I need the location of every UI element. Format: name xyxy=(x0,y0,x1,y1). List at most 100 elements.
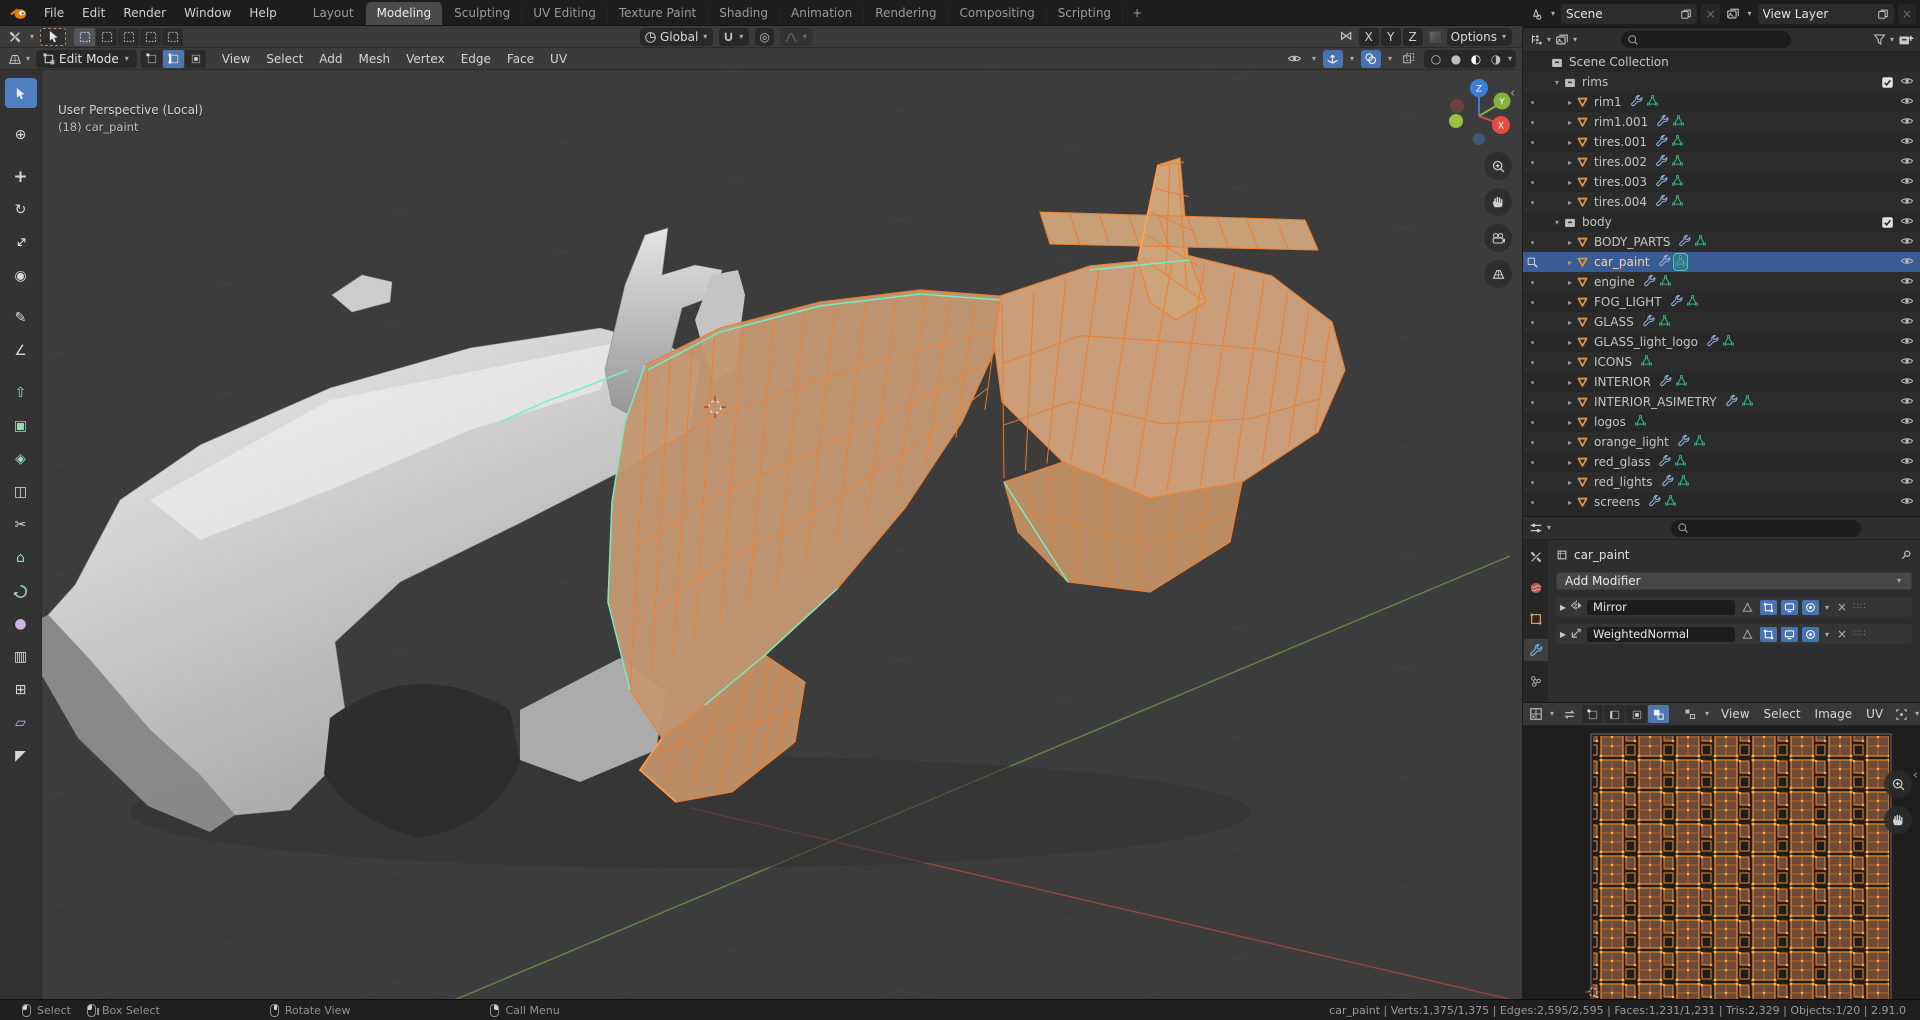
modifier-expand-icon[interactable]: ▸ xyxy=(1560,627,1566,641)
mesh-data-icon[interactable] xyxy=(1693,434,1706,450)
options-dropdown[interactable]: Options ▾ xyxy=(1446,27,1512,46)
visibility-eye-icon[interactable] xyxy=(1900,494,1914,511)
toggle-on-cage[interactable] xyxy=(1739,600,1756,615)
visibility-eye-icon[interactable] xyxy=(1900,254,1914,271)
scene-name-field[interactable]: Scene xyxy=(1561,3,1698,24)
tool-edge-slide[interactable]: ▥ xyxy=(5,642,37,672)
overlays-toggle[interactable] xyxy=(1360,49,1381,68)
axis-toggle-x[interactable]: X xyxy=(1358,27,1379,46)
viewport-menu-select[interactable]: Select xyxy=(258,50,311,68)
visibility-eye-icon[interactable] xyxy=(1900,434,1914,451)
toggle-on-cage[interactable] xyxy=(1739,627,1756,642)
tool-scale[interactable]: ↕ xyxy=(5,228,37,258)
modifier-wrench-icon[interactable] xyxy=(1661,474,1674,490)
modifier-wrench-icon[interactable] xyxy=(1678,234,1691,250)
breadcrumb-object-name[interactable]: car_paint xyxy=(1574,548,1630,562)
mesh-data-icon[interactable] xyxy=(1634,414,1647,430)
uv-editor-type-icon[interactable] xyxy=(1527,704,1545,724)
expand-caret-icon[interactable]: ▸ xyxy=(1564,478,1576,487)
modifier-wrench-icon[interactable] xyxy=(1643,274,1656,290)
select-mode-intersect[interactable] xyxy=(162,27,184,46)
snapping-controls[interactable]: ▾ xyxy=(719,28,750,46)
mirror-icon[interactable]: ⋈ xyxy=(1338,27,1355,47)
mesh-data-icon[interactable] xyxy=(1658,314,1671,330)
tool-shrink-fatten[interactable]: ⊞ xyxy=(5,675,37,705)
properties-tab-physics[interactable] xyxy=(1524,670,1548,692)
tool-extrude-region[interactable]: ⇧ xyxy=(5,378,37,408)
outliner-row-icons[interactable]: ▸ ICONS xyxy=(1523,352,1920,372)
modifier-wrench-icon[interactable] xyxy=(1655,154,1668,170)
menu-window[interactable]: Window xyxy=(175,3,240,23)
outliner-row-interior[interactable]: ▸ INTERIOR xyxy=(1523,372,1920,392)
modifier-extras-caret-icon[interactable]: ▾ xyxy=(1823,630,1831,639)
visibility-eye-icon[interactable] xyxy=(1900,374,1914,391)
outliner-search-input[interactable] xyxy=(1643,33,1764,46)
zoom-button[interactable] xyxy=(1484,152,1512,180)
workspace-tab-uv-editing[interactable]: UV Editing xyxy=(522,2,608,25)
expand-caret-icon[interactable]: ▸ xyxy=(1564,278,1576,287)
modifier-drag-handle[interactable]: ∷∷ xyxy=(1853,629,1866,639)
tool-loop-cut[interactable]: ◫ xyxy=(5,477,37,507)
modifier-wrench-icon[interactable] xyxy=(1658,254,1671,270)
modifier-delete-icon[interactable]: × xyxy=(1835,600,1849,614)
mesh-data-icon[interactable] xyxy=(1664,494,1677,510)
uv-vertex-select-button[interactable] xyxy=(1582,705,1604,723)
mesh-data-icon[interactable] xyxy=(1640,354,1653,370)
viewport-menu-mesh[interactable]: Mesh xyxy=(351,50,399,68)
modifier-wrench-icon[interactable] xyxy=(1659,374,1672,390)
tool-annotate[interactable]: ✎ xyxy=(5,303,37,333)
add-workspace-button[interactable]: + xyxy=(1123,2,1151,25)
outliner-row-tires-004[interactable]: ▸ tires.004 xyxy=(1523,192,1920,212)
outliner-row-fog-light[interactable]: ▸ FOG_LIGHT xyxy=(1523,292,1920,312)
workspace-tab-scripting[interactable]: Scripting xyxy=(1046,2,1124,25)
uv-zoom-button[interactable] xyxy=(1884,770,1912,798)
tool-select-box[interactable] xyxy=(4,78,37,108)
uv-sync-toggle[interactable] xyxy=(1559,705,1579,723)
pin-icon[interactable] xyxy=(1900,549,1912,561)
modifier-drag-handle[interactable]: ∷∷ xyxy=(1853,602,1866,612)
outliner-row-tires-002[interactable]: ▸ tires.002 xyxy=(1523,152,1920,172)
expand-caret-icon[interactable]: ▸ xyxy=(1564,138,1576,147)
mesh-data-icon[interactable] xyxy=(1659,274,1672,290)
editor-type-icon[interactable] xyxy=(6,49,24,69)
uv-menu-view[interactable]: View xyxy=(1714,705,1756,723)
new-collection-button[interactable] xyxy=(1896,30,1916,50)
mesh-data-icon[interactable] xyxy=(1675,374,1688,390)
uv-editor-canvas[interactable]: ‹ xyxy=(1523,726,1920,999)
mesh-data-icon[interactable] xyxy=(1672,114,1685,130)
mesh-data-icon[interactable] xyxy=(1671,174,1684,190)
outliner-row-rims[interactable]: ▾ rims xyxy=(1523,72,1920,92)
modifier-wrench-icon[interactable] xyxy=(1677,434,1690,450)
view-layer-icon[interactable] xyxy=(1724,4,1742,24)
visibility-eye-icon[interactable] xyxy=(1900,294,1914,311)
properties-editor-icon[interactable] xyxy=(1527,518,1545,538)
tool-transform[interactable]: ◉ xyxy=(5,261,37,291)
workspace-tab-compositing[interactable]: Compositing xyxy=(948,2,1047,25)
pan-hand-button[interactable] xyxy=(1484,188,1512,216)
workspace-tab-rendering[interactable]: Rendering xyxy=(864,2,949,25)
outliner-search[interactable] xyxy=(1621,31,1792,48)
add-modifier-button[interactable]: Add Modifier ▾ xyxy=(1556,572,1912,590)
scene-icon[interactable] xyxy=(1527,4,1545,24)
expand-caret-icon[interactable]: ▸ xyxy=(1564,238,1576,247)
tool-smooth[interactable]: ● xyxy=(5,609,37,639)
outliner-row-body-parts[interactable]: ▸ BODY_PARTS xyxy=(1523,232,1920,252)
outliner-row-logos[interactable]: ▸ logos xyxy=(1523,412,1920,432)
tool-spin[interactable] xyxy=(5,576,37,606)
menu-file[interactable]: File xyxy=(35,3,73,23)
tool-settings-icon[interactable] xyxy=(6,27,24,47)
navigation-gizmo[interactable]: Z Y X xyxy=(1441,76,1515,153)
expand-caret-icon[interactable]: ▸ xyxy=(1564,178,1576,187)
tool-move[interactable]: + xyxy=(5,162,37,192)
outliner-row-red-glass[interactable]: ▸ red_glass xyxy=(1523,452,1920,472)
mesh-data-icon[interactable] xyxy=(1741,394,1754,410)
outliner-row-engine[interactable]: ▸ engine xyxy=(1523,272,1920,292)
axis-toggle-y[interactable]: Y xyxy=(1380,27,1401,46)
edge-select-button[interactable] xyxy=(162,49,184,68)
viewport-menu-face[interactable]: Face xyxy=(499,50,542,68)
uv-pan-hand-button[interactable] xyxy=(1884,806,1912,834)
expand-caret-icon[interactable]: ▾ xyxy=(1551,218,1563,227)
outliner-row-glass[interactable]: ▸ GLASS xyxy=(1523,312,1920,332)
viewport-menu-view[interactable]: View xyxy=(214,50,258,68)
expand-caret-icon[interactable]: ▸ xyxy=(1564,498,1576,507)
